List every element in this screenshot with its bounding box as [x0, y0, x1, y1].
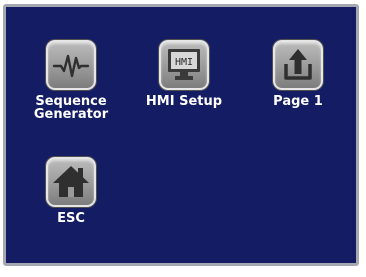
hmi-setup-label: HMI Setup	[145, 94, 223, 109]
sequence-generator-button[interactable]: Sequence Generator	[11, 40, 131, 160]
menu-screen: Sequence Generator HMI HMI Setup Page 1	[3, 4, 359, 266]
page-1-button[interactable]: Page 1	[238, 40, 358, 160]
page-1-label: Page 1	[273, 94, 323, 109]
monitor-icon-text: HMI	[175, 57, 193, 68]
esc-icon-button[interactable]	[46, 157, 96, 207]
page-1-icon-button[interactable]	[273, 40, 323, 90]
waveform-icon	[52, 54, 90, 78]
esc-label: ESC	[57, 211, 85, 226]
sequence-generator-icon-button[interactable]	[46, 40, 96, 90]
home-icon	[53, 166, 89, 197]
monitor-icon: HMI	[168, 49, 200, 80]
hmi-setup-icon-button[interactable]: HMI	[159, 40, 209, 90]
arrow-up-icon	[284, 49, 312, 80]
sequence-generator-label: Sequence Generator	[33, 94, 109, 122]
hmi-setup-button[interactable]: HMI HMI Setup	[124, 40, 244, 160]
esc-button[interactable]: ESC	[11, 157, 131, 277]
